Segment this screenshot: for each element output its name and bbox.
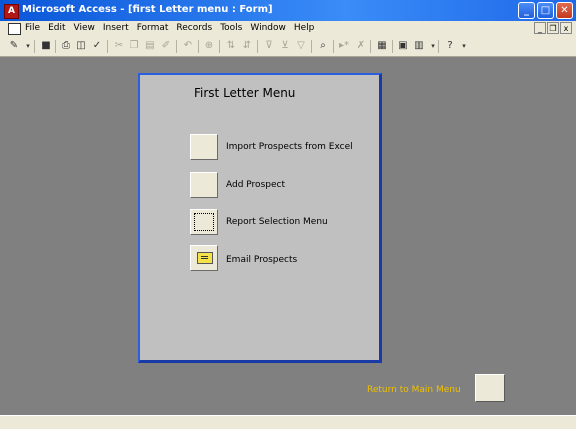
copy-icon[interactable]: ❐ xyxy=(128,40,140,52)
new-record-icon[interactable]: ▸* xyxy=(338,40,350,52)
close-button[interactable]: ✕ xyxy=(556,2,573,19)
hyperlink-icon[interactable]: ⊕ xyxy=(203,40,215,52)
email-prospects-label: Email Prospects xyxy=(226,255,298,265)
filter-by-selection-icon[interactable]: ⊽ xyxy=(263,40,275,52)
properties-icon[interactable]: ▦ xyxy=(376,40,388,52)
view-dropdown-arrow-icon[interactable]: ▾ xyxy=(22,40,34,52)
print-preview-icon[interactable]: ◫ xyxy=(75,40,87,52)
design-view-icon[interactable]: ✎ xyxy=(8,40,20,52)
form-document-icon[interactable] xyxy=(8,23,21,35)
filter-by-form-icon[interactable]: ⊻ xyxy=(279,40,291,52)
envelope-icon xyxy=(197,252,213,264)
status-bar xyxy=(0,415,576,429)
doc-restore-button[interactable]: ❐ xyxy=(547,22,559,34)
return-to-main-menu-label: Return to Main Menu xyxy=(367,385,461,395)
paste-icon[interactable]: ▤ xyxy=(144,40,156,52)
first-letter-menu-form: First Letter Menu Import Prospects from … xyxy=(138,73,382,363)
import-prospects-label: Import Prospects from Excel xyxy=(226,142,353,152)
menu-tools[interactable]: Tools xyxy=(220,23,242,33)
format-painter-icon[interactable]: ✐ xyxy=(160,40,172,52)
focus-rectangle xyxy=(194,213,214,231)
menu-view[interactable]: View xyxy=(74,23,95,33)
menu-bar: File Edit View Insert Format Records Too… xyxy=(0,21,576,38)
email-prospects-button[interactable] xyxy=(190,245,218,271)
report-selection-menu-button[interactable] xyxy=(190,209,218,235)
print-icon[interactable]: ⎙ xyxy=(60,40,72,52)
menu-format[interactable]: Format xyxy=(137,23,169,33)
return-to-main-menu-button[interactable] xyxy=(475,374,505,402)
minimize-button[interactable]: _ xyxy=(518,2,535,19)
undo-icon[interactable]: ↶ xyxy=(182,40,194,52)
form-title: First Letter Menu xyxy=(194,86,296,100)
add-prospect-label: Add Prospect xyxy=(226,180,285,190)
import-prospects-button[interactable] xyxy=(190,134,218,160)
spelling-icon[interactable]: ✓ xyxy=(91,40,103,52)
access-app-icon[interactable]: A xyxy=(4,4,19,19)
find-icon[interactable]: ⌕ xyxy=(317,40,329,52)
maximize-button[interactable]: □ xyxy=(537,2,554,19)
menu-help[interactable]: Help xyxy=(294,23,315,33)
cut-icon[interactable]: ✂ xyxy=(113,40,125,52)
help-icon[interactable]: ? xyxy=(444,40,456,52)
save-icon[interactable]: ■ xyxy=(40,40,52,52)
new-object-icon[interactable]: ▥ xyxy=(413,40,425,52)
sort-ascending-icon[interactable]: ⇅ xyxy=(225,40,237,52)
doc-minimize-button[interactable]: _ xyxy=(534,22,546,34)
apply-filter-icon[interactable]: ▽ xyxy=(295,40,307,52)
title-bar: A Microsoft Access - [first Letter menu … xyxy=(0,0,576,22)
form-view-toolbar: ✎ ▾ ■ ⎙ ◫ ✓ ✂ ❐ ▤ ✐ ↶ ⊕ ⇅ ⇵ ⊽ ⊻ ▽ ⌕ ▸* ✗… xyxy=(0,37,576,57)
menu-insert[interactable]: Insert xyxy=(103,23,129,33)
menu-window[interactable]: Window xyxy=(250,23,286,33)
doc-close-button[interactable]: x xyxy=(560,22,572,34)
add-prospect-button[interactable] xyxy=(190,172,218,198)
toolbar-options-icon[interactable]: ▾ xyxy=(458,40,470,52)
report-selection-menu-label: Report Selection Menu xyxy=(226,217,328,227)
menu-records[interactable]: Records xyxy=(176,23,212,33)
delete-record-icon[interactable]: ✗ xyxy=(355,40,367,52)
menu-edit[interactable]: Edit xyxy=(48,23,65,33)
menu-file[interactable]: File xyxy=(25,23,40,33)
sort-descending-icon[interactable]: ⇵ xyxy=(241,40,253,52)
window-title: Microsoft Access - [first Letter menu : … xyxy=(22,4,273,15)
database-window-icon[interactable]: ▣ xyxy=(397,40,409,52)
